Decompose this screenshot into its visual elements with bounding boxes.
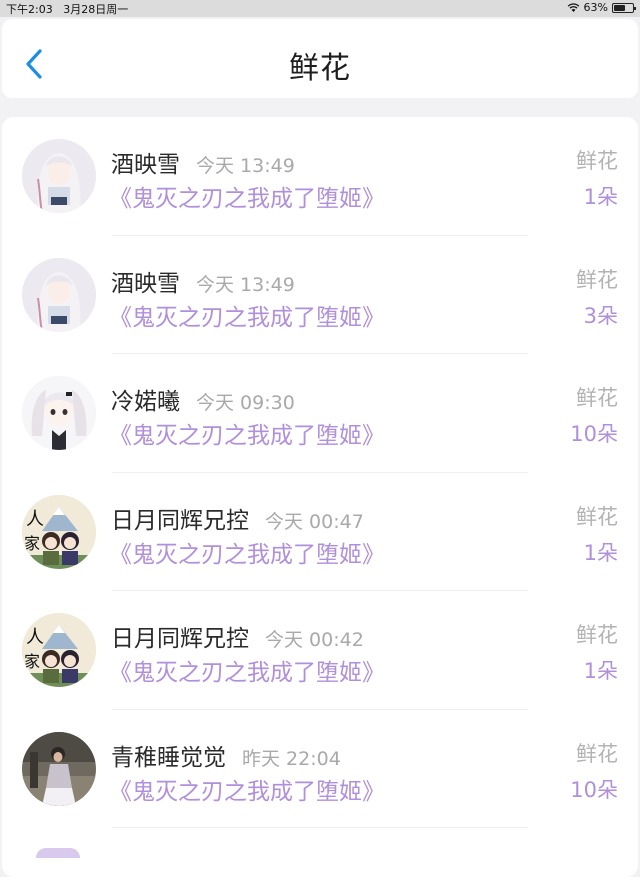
anime-girl-white-hair-avatar: [22, 139, 96, 213]
wifi-icon: [567, 3, 579, 12]
next-item-avatar-peek: [36, 848, 80, 858]
gift-count: 1朵: [583, 540, 618, 565]
gift-time: 今天 09:30: [196, 392, 295, 414]
status-time: 下午2:03: [6, 3, 53, 16]
list-item[interactable]: 酒映雪 今天 13:49 《鬼灭之刃之我成了堕姬》 鲜花 1朵: [2, 117, 638, 236]
svg-text:家: 家: [24, 534, 40, 553]
gift-type: 鲜花: [576, 386, 618, 410]
list-item[interactable]: 冷婼曦 今天 09:30 《鬼灭之刃之我成了堕姬》 鲜花 10朵: [2, 354, 638, 473]
gift-count: 1朵: [583, 659, 618, 683]
gift-count: 10朵: [570, 777, 618, 802]
gift-type: 鲜花: [576, 504, 618, 529]
user-avatar[interactable]: [22, 731, 96, 806]
user-name: 酒映雪 今天 13:49: [111, 152, 295, 178]
user-avatar[interactable]: 人 家: [22, 494, 96, 569]
gift-time: 今天 13:49: [196, 155, 295, 177]
list-item[interactable]: 人 家 日月同辉兄控 今天 00:42 《鬼灭之刃之我成了堕姬》 鲜花 1朵: [2, 591, 638, 710]
book-title[interactable]: 《鬼灭之刃之我成了堕姬》: [109, 298, 385, 332]
book-title[interactable]: 《鬼灭之刃之我成了堕姬》: [109, 653, 385, 687]
nav-bar: 鲜花: [2, 19, 638, 98]
status-bar: 下午2:03 3月28日周一 63%: [0, 0, 640, 17]
list-item[interactable]: 人 家 日月同辉兄控 今天 00:47 《鬼灭之刃之我成了堕姬》 鲜花 1朵: [2, 473, 638, 591]
book-title[interactable]: 《鬼灭之刃之我成了堕姬》: [109, 535, 385, 569]
gift-count: 10朵: [570, 422, 618, 446]
anime-girl-twintails-avatar: [22, 376, 96, 450]
gift-time: 今天 00:42: [265, 629, 364, 651]
status-right: 63%: [567, 1, 636, 14]
user-avatar[interactable]: [22, 376, 96, 450]
user-name: 日月同辉兄控 今天 00:42: [111, 626, 364, 652]
gift-type: 鲜花: [576, 741, 618, 766]
flower-gift-list: 酒映雪 今天 13:49 《鬼灭之刃之我成了堕姬》 鲜花 1朵 酒映雪 今天 13:…: [2, 117, 638, 877]
user-name: 酒映雪 今天 13:49: [111, 270, 295, 297]
gift-time: 昨天 22:04: [242, 747, 341, 770]
book-title[interactable]: 《鬼灭之刃之我成了堕姬》: [109, 772, 385, 806]
user-avatar[interactable]: 人 家: [22, 613, 96, 687]
anime-pair-avatar: 人 家: [22, 494, 96, 569]
gift-time: 今天 13:49: [196, 273, 295, 296]
book-title[interactable]: 《鬼灭之刃之我成了堕姬》: [109, 416, 385, 450]
user-name: 青稚睡觉觉 昨天 22:04: [111, 744, 341, 771]
list-item[interactable]: 青稚睡觉觉 昨天 22:04 《鬼灭之刃之我成了堕姬》 鲜花 10朵: [2, 710, 638, 828]
page-title: 鲜花: [289, 51, 351, 86]
list-item[interactable]: 酒映雪 今天 13:49 《鬼灭之刃之我成了堕姬》 鲜花 3朵: [2, 236, 638, 354]
svg-text:家: 家: [24, 652, 40, 671]
gift-time: 今天 00:47: [265, 510, 364, 533]
gift-type: 鲜花: [576, 149, 618, 173]
user-avatar[interactable]: [22, 257, 96, 332]
gift-count: 1朵: [583, 185, 618, 209]
photo-person-avatar: [22, 731, 96, 806]
battery-icon: [612, 2, 636, 13]
svg-text:人: 人: [26, 509, 44, 530]
gift-count: 3朵: [583, 303, 618, 328]
user-name: 冷婼曦 今天 09:30: [111, 389, 295, 415]
anime-pair-avatar: 人 家: [22, 613, 96, 687]
gift-type: 鲜花: [576, 267, 618, 292]
status-left: 下午2:03 3月28日周一: [6, 1, 128, 17]
gift-type: 鲜花: [576, 623, 618, 647]
anime-girl-white-hair-avatar: [22, 257, 96, 332]
svg-text:人: 人: [26, 627, 44, 648]
status-date: 3月28日周一: [63, 3, 129, 16]
battery-percent: 63%: [583, 1, 608, 14]
divider: [112, 827, 528, 828]
book-title[interactable]: 《鬼灭之刃之我成了堕姬》: [109, 179, 385, 213]
user-avatar[interactable]: [22, 139, 96, 213]
user-name: 日月同辉兄控 今天 00:47: [111, 507, 364, 534]
